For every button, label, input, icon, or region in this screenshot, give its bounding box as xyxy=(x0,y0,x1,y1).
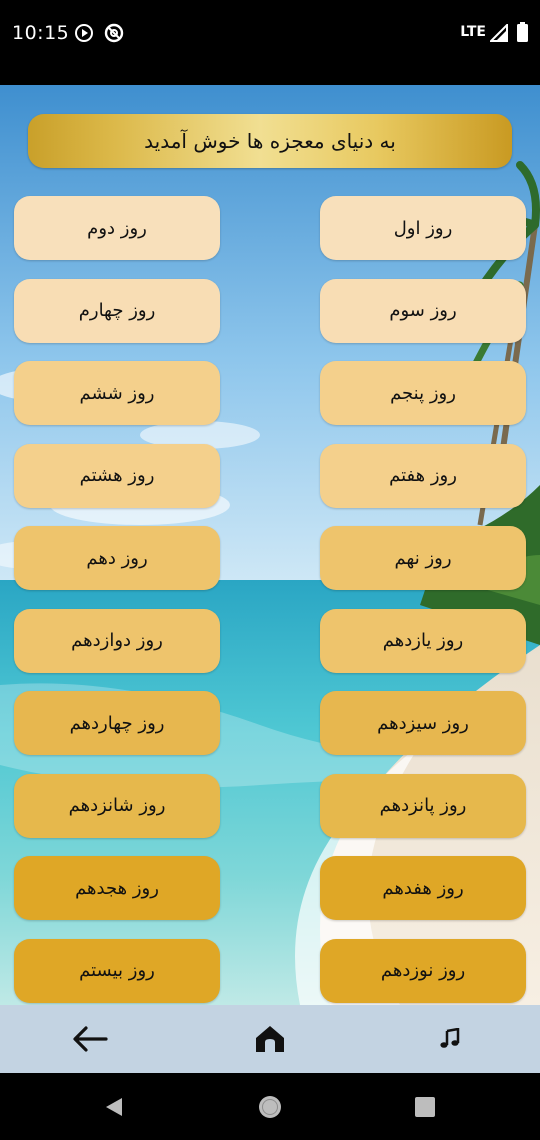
day-button-label: روز شانزدهم xyxy=(68,795,166,816)
status-time: 10:15 xyxy=(12,22,70,44)
day-button[interactable]: روز یازدهم xyxy=(320,608,526,673)
music-button[interactable] xyxy=(432,1021,468,1057)
status-bar: 10:15 LTE xyxy=(0,0,540,85)
home-button[interactable] xyxy=(252,1021,288,1057)
welcome-banner: به دنیای معجزه ها خوش آمدید xyxy=(28,114,512,168)
data-saver-icon xyxy=(104,23,124,43)
day-button[interactable]: روز بیستم xyxy=(14,938,220,1003)
day-button[interactable]: روز هجدهم xyxy=(14,856,220,920)
day-button[interactable]: روز هفدهم xyxy=(320,856,526,920)
day-button[interactable]: روز نوزدهم xyxy=(320,938,526,1003)
day-button[interactable]: روز چهاردهم xyxy=(14,691,220,755)
day-button-label: روز هشتم xyxy=(79,465,155,486)
day-button-label: روز هفتم xyxy=(389,465,457,486)
day-button[interactable]: روز اول xyxy=(320,196,526,260)
day-button-label: روز چهاردهم xyxy=(69,712,165,734)
day-button-label: روز بیستم xyxy=(79,960,155,981)
triangle-back-icon xyxy=(106,1098,122,1116)
day-button-label: روز پانزدهم xyxy=(379,795,467,816)
day-button-label: روز پنجم xyxy=(390,382,456,404)
play-circle-icon xyxy=(75,24,93,42)
day-button-label: روز سیزدهم xyxy=(377,712,469,734)
day-button[interactable]: روز نهم xyxy=(320,526,526,590)
day-button-label: روز ششم xyxy=(79,382,155,404)
day-button[interactable]: روز دهم xyxy=(14,526,220,590)
day-button-label: روز چهارم xyxy=(78,300,156,321)
back-button[interactable] xyxy=(72,1021,108,1057)
day-button[interactable]: روز هشتم xyxy=(14,443,220,508)
main-content: به دنیای معجزه ها خوش آمدید روز اول روز د… xyxy=(0,85,540,1005)
day-button-label: روز اول xyxy=(393,217,453,239)
day-button-label: روز هجدهم xyxy=(75,877,159,899)
day-button[interactable]: روز چهارم xyxy=(14,278,220,343)
battery-icon xyxy=(517,22,528,42)
day-button-label: روز هفدهم xyxy=(382,877,464,899)
system-recents-button[interactable] xyxy=(412,1094,438,1120)
day-button[interactable]: روز دوازدهم xyxy=(14,608,220,673)
day-button[interactable]: روز دوم xyxy=(14,196,220,260)
day-button[interactable]: روز هفتم xyxy=(320,443,526,508)
day-button[interactable]: روز سیزدهم xyxy=(320,691,526,755)
home-icon xyxy=(256,1026,284,1052)
network-type: LTE xyxy=(460,24,486,40)
signal-icon xyxy=(490,24,508,42)
phone-screen: 10:15 LTE به دنیای معجزه ها خوش آمدید رو… xyxy=(0,0,540,1140)
day-button-label: روز یازدهم xyxy=(382,630,464,651)
system-home-button[interactable] xyxy=(257,1094,283,1120)
system-back-button[interactable] xyxy=(101,1094,127,1120)
day-button[interactable]: روز پانزدهم xyxy=(320,773,526,838)
day-button-label: روز دوم xyxy=(87,217,147,239)
music-note-icon xyxy=(440,1028,460,1048)
day-button[interactable]: روز شانزدهم xyxy=(14,773,220,838)
bottom-nav-bar xyxy=(0,1005,540,1073)
day-button[interactable]: روز ششم xyxy=(14,361,220,425)
welcome-banner-text: به دنیای معجزه ها خوش آمدید xyxy=(144,129,396,153)
day-button[interactable]: روز پنجم xyxy=(320,361,526,425)
day-button[interactable]: روز سوم xyxy=(320,278,526,343)
day-button-label: روز سوم xyxy=(389,300,457,321)
square-recents-icon xyxy=(415,1097,435,1117)
arrow-left-icon xyxy=(73,1026,108,1052)
day-button-label: روز نهم xyxy=(394,547,452,569)
system-nav-bar xyxy=(0,1073,540,1140)
day-button-label: روز دهم xyxy=(86,547,148,569)
circle-home-icon xyxy=(259,1096,281,1118)
day-button-label: روز دوازدهم xyxy=(71,630,163,651)
day-button-label: روز نوزدهم xyxy=(380,960,466,981)
